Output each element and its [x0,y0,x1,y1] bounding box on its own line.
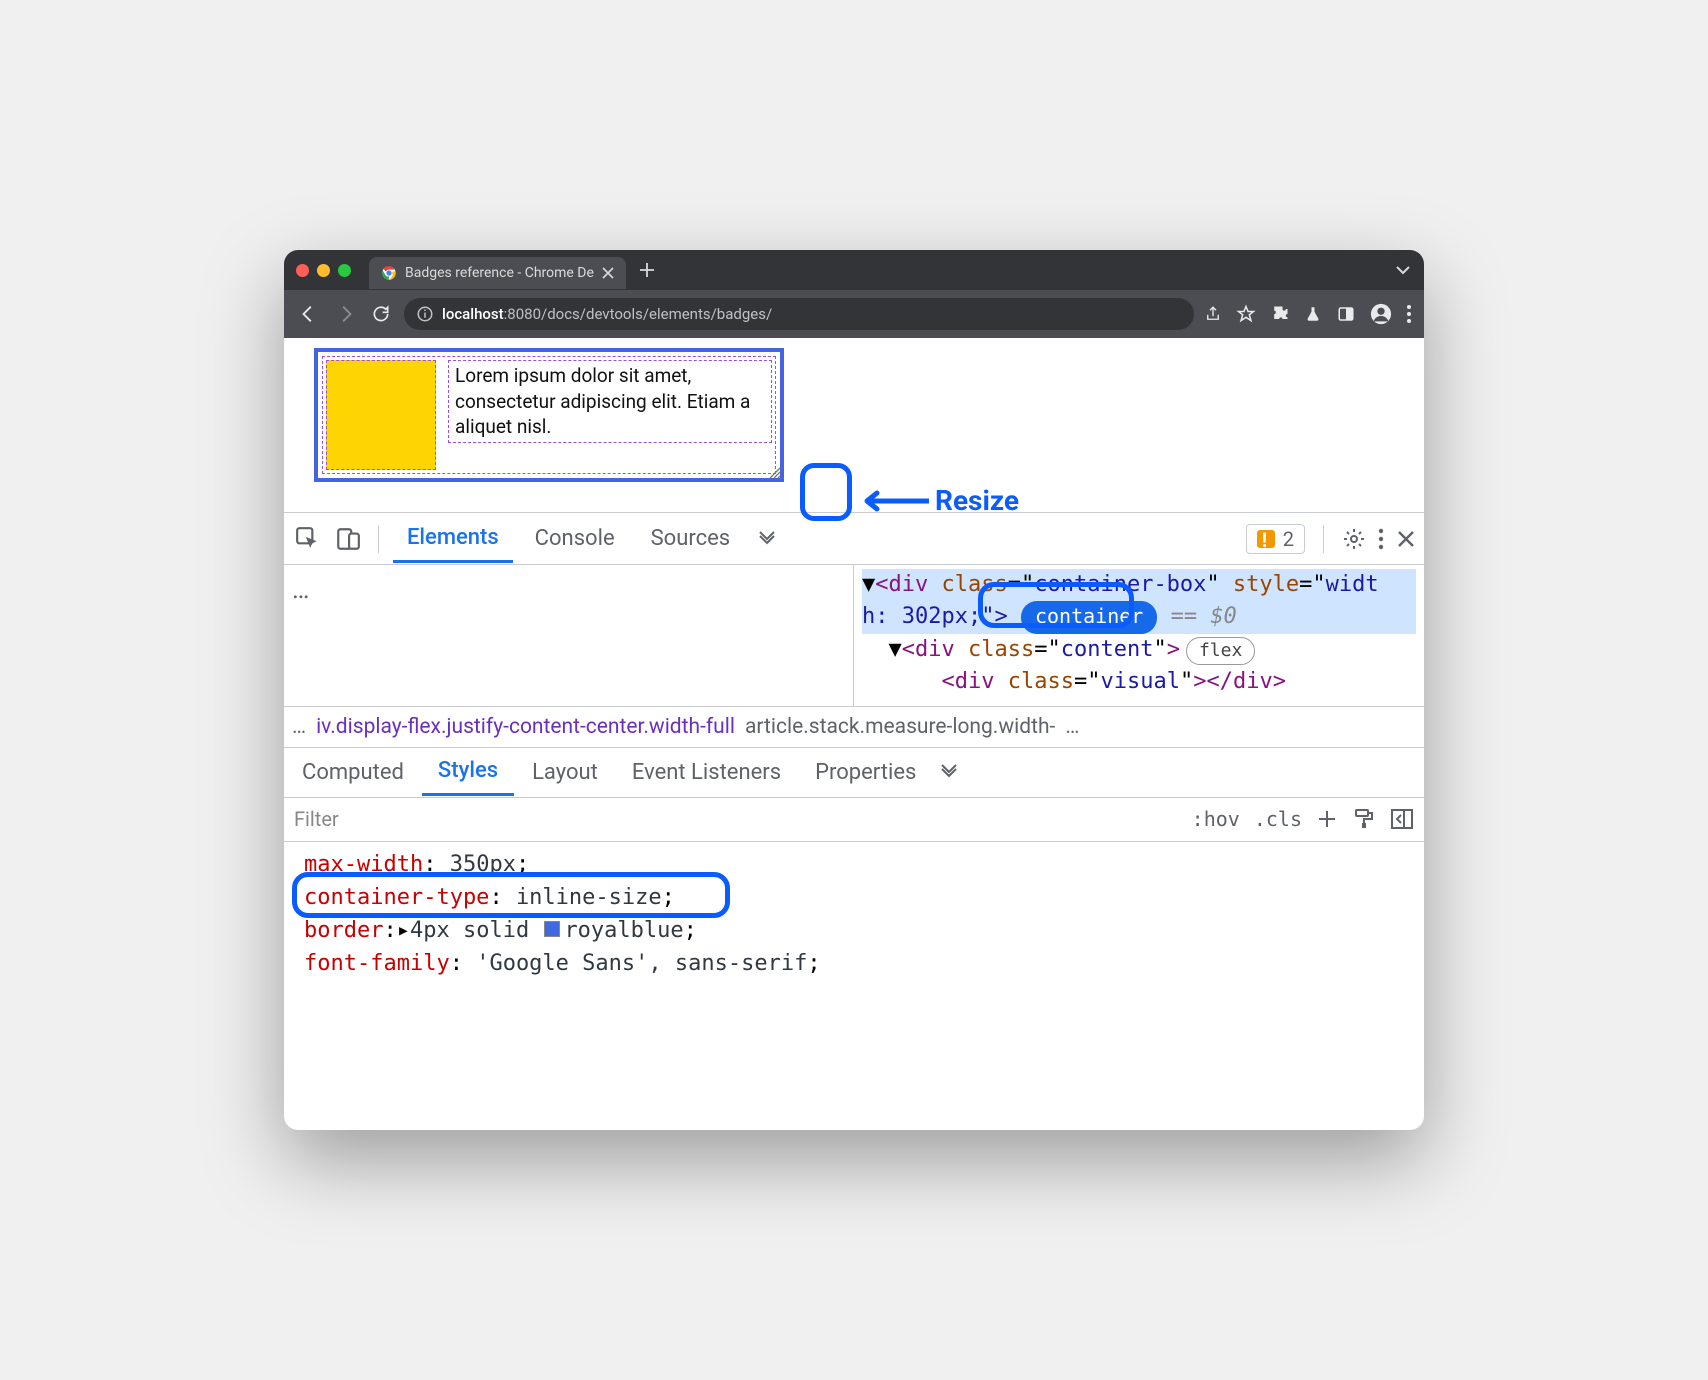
visual-box [326,360,436,470]
settings-gear-icon[interactable] [1342,527,1366,551]
url-path: /docs/devtools/elements/badges/ [541,305,772,323]
callout-container-type [292,872,730,918]
window-caret-icon[interactable] [1394,261,1412,279]
dom-tree[interactable]: ▼<div class="container-box" style="widt … [854,565,1424,706]
dom-node-container-box[interactable]: ▼<div class="container-box" style="widt [862,569,1416,601]
styles-tabs: Computed Styles Layout Event Listeners P… [284,748,1424,798]
panel-icon[interactable] [1336,305,1356,323]
browser-window: Badges reference - Chrome De localhost [284,250,1424,1130]
container-box[interactable]: Lorem ipsum dolor sit amet, consectetur … [314,348,784,482]
more-tabs-icon[interactable] [756,528,778,550]
close-window-icon[interactable] [296,264,309,277]
more-styles-tabs-icon[interactable] [938,761,960,783]
url-host: localhost [442,305,504,323]
breadcrumb-bar[interactable]: … iv.display-flex.justify-content-center… [284,706,1424,748]
warning-icon [1257,530,1275,548]
devtools-menu-icon[interactable] [1378,528,1384,550]
back-button[interactable] [296,301,322,327]
profile-avatar-icon[interactable] [1370,303,1392,325]
css-declaration[interactable]: font-family: 'Google Sans', sans-serif; [304,947,1404,980]
resize-label: Resize [935,484,1019,517]
resize-handle-icon[interactable] [768,466,782,480]
extensions-puzzle-icon[interactable] [1270,304,1290,324]
breadcrumb-item[interactable]: article.stack.measure-long.width- [745,715,1055,739]
tab-elements[interactable]: Elements [393,515,513,563]
tab-event-listeners[interactable]: Event Listeners [616,750,797,795]
callout-resize-rect [800,463,852,521]
devtools-tabs: Elements Console Sources 2 [284,513,1424,565]
paint-format-icon[interactable] [1352,807,1376,831]
cls-toggle[interactable]: .cls [1254,807,1302,831]
styles-filter-bar: Filter :hov .cls [284,798,1424,842]
share-icon[interactable] [1204,305,1222,323]
breadcrumb-ellipsis-left[interactable]: … [292,715,306,739]
dom-node-content[interactable]: ▼<div class="content">flex [862,634,1416,666]
chrome-favicon-icon [381,265,397,281]
traffic-lights [296,264,351,277]
toolbar-right [1204,303,1412,325]
tab-styles[interactable]: Styles [422,748,514,796]
dom-left-ellipsis: … [284,565,854,706]
callout-resize-arrow: Resize [859,484,1019,517]
content-row: Lorem ipsum dolor sit amet, consectetur … [326,360,772,470]
css-properties[interactable]: max-width: 350px; container-type: inline… [284,842,1424,990]
tab-sources[interactable]: Sources [637,516,745,561]
flex-badge[interactable]: flex [1186,637,1255,665]
new-style-rule-icon[interactable] [1316,808,1338,830]
issues-count: 2 [1283,527,1294,551]
tab-computed[interactable]: Computed [286,750,420,795]
tab-console[interactable]: Console [521,516,629,561]
menu-kebab-icon[interactable] [1406,304,1412,324]
dom-node-line2[interactable]: h: 302px;"> container == $0 [862,601,1416,634]
dom-tree-panel: … ▼<div class="container-box" style="wid… [284,565,1424,706]
hov-toggle[interactable]: :hov [1192,807,1240,831]
dom-node-visual[interactable]: <div class="visual"></div> [862,666,1416,698]
browser-tab[interactable]: Badges reference - Chrome De [369,257,626,289]
inspect-element-icon[interactable] [292,523,324,555]
lorem-text: Lorem ipsum dolor sit amet, consectetur … [448,360,772,443]
issues-badge[interactable]: 2 [1246,524,1305,554]
minimize-window-icon[interactable] [317,264,330,277]
styles-filter-input[interactable]: Filter [294,807,1178,831]
url-bar: localhost:8080/docs/devtools/elements/ba… [284,290,1424,338]
page-content: Lorem ipsum dolor sit amet, consectetur … [284,338,1424,512]
tab-properties[interactable]: Properties [799,750,932,795]
tab-bar: Badges reference - Chrome De [284,250,1424,290]
callout-container-badge [978,582,1134,628]
maximize-window-icon[interactable] [338,264,351,277]
tab-layout[interactable]: Layout [516,750,614,795]
labs-flask-icon[interactable] [1304,304,1322,324]
site-info-icon[interactable] [416,305,434,323]
url-port: :8080 [504,305,541,323]
breadcrumb-item[interactable]: iv.display-flex.justify-content-center.w… [316,715,735,739]
new-tab-button[interactable] [632,255,662,285]
toggle-sidebar-icon[interactable] [1390,808,1414,830]
forward-button[interactable] [332,301,358,327]
tab-title: Badges reference - Chrome De [405,265,594,281]
color-swatch-icon[interactable] [544,921,560,937]
breadcrumb-ellipsis-right[interactable]: … [1065,715,1079,739]
device-toolbar-icon[interactable] [332,523,364,555]
address-bar[interactable]: localhost:8080/docs/devtools/elements/ba… [404,298,1194,330]
devtools-close-icon[interactable] [1396,529,1416,549]
bookmark-star-icon[interactable] [1236,304,1256,324]
tab-close-icon[interactable] [602,267,614,279]
css-declaration[interactable]: border:▸4px solid royalblue; [304,914,1404,947]
reload-button[interactable] [368,301,394,327]
devtools-panel: Elements Console Sources 2 … ▼<div clas [284,512,1424,1130]
